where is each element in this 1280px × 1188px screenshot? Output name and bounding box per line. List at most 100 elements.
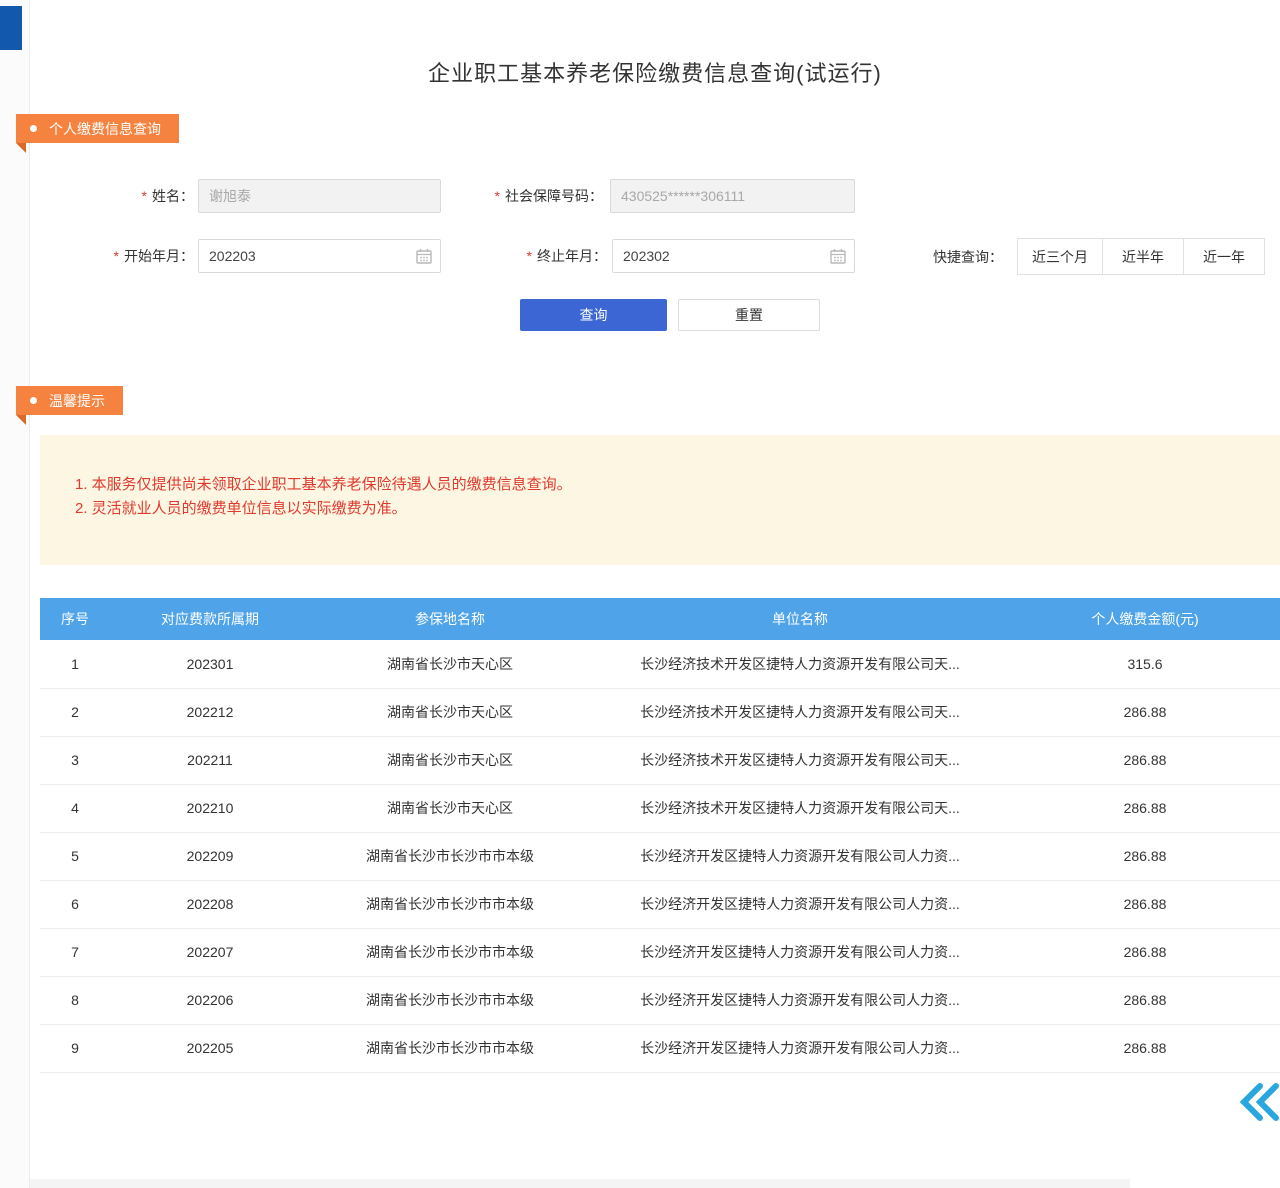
cell-period: 202206	[110, 976, 310, 1024]
table-row: 6202208湖南省长沙市长沙市市本级长沙经济开发区捷特人力资源开发有限公司人力…	[40, 880, 1280, 928]
table-row: 7202207湖南省长沙市长沙市市本级长沙经济开发区捷特人力资源开发有限公司人力…	[40, 928, 1280, 976]
cell-period: 202207	[110, 928, 310, 976]
cell-amount: 286.88	[1010, 784, 1280, 832]
footer-strip	[30, 1179, 1130, 1188]
payment-records-table: 序号 对应费款所属期 参保地名称 单位名称 个人缴费金额(元) 1202301湖…	[40, 598, 1280, 1073]
quick-query-label: 快捷查询：	[933, 239, 1003, 275]
col-header-employer: 单位名称	[590, 598, 1010, 640]
cell-index: 8	[40, 976, 110, 1024]
pension-query-page: 企业职工基本养老保险缴费信息查询(试运行) 个人缴费信息查询 *姓名： *社会保…	[0, 0, 1280, 1188]
col-header-amount: 个人缴费金额(元)	[1010, 598, 1280, 640]
cell-employer: 长沙经济开发区捷特人力资源开发有限公司人力资...	[590, 880, 1010, 928]
cell-employer: 长沙经济技术开发区捷特人力资源开发有限公司天...	[590, 640, 1010, 688]
cell-amount: 315.6	[1010, 640, 1280, 688]
table-row: 4202210湖南省长沙市天心区长沙经济技术开发区捷特人力资源开发有限公司天..…	[40, 784, 1280, 832]
cell-amount: 286.88	[1010, 832, 1280, 880]
section-badge-query: 个人缴费信息查询	[16, 114, 179, 143]
required-asterisk: *	[142, 188, 147, 204]
start-month-field	[198, 239, 441, 273]
table-row: 2202212湖南省长沙市天心区长沙经济技术开发区捷特人力资源开发有限公司天..…	[40, 688, 1280, 736]
cell-amount: 286.88	[1010, 976, 1280, 1024]
cell-period: 202205	[110, 1024, 310, 1072]
cell-index: 9	[40, 1024, 110, 1072]
tip-line-1: 1. 本服务仅提供尚未领取企业职工基本养老保险待遇人员的缴费信息查询。	[75, 473, 1280, 497]
quick-btn-last-3-months[interactable]: 近三个月	[1017, 238, 1103, 275]
col-header-period: 对应费款所属期	[110, 598, 310, 640]
cell-period: 202301	[110, 640, 310, 688]
name-input[interactable]	[198, 179, 441, 213]
required-asterisk: *	[527, 248, 532, 264]
section-badge-tips-label: 温馨提示	[49, 391, 105, 411]
table-row: 3202211湖南省长沙市天心区长沙经济技术开发区捷特人力资源开发有限公司天..…	[40, 736, 1280, 784]
start-month-input[interactable]	[198, 239, 441, 273]
cell-employer: 长沙经济技术开发区捷特人力资源开发有限公司天...	[590, 736, 1010, 784]
cell-amount: 286.88	[1010, 880, 1280, 928]
cell-period: 202211	[110, 736, 310, 784]
cell-index: 1	[40, 640, 110, 688]
table-header-row: 序号 对应费款所属期 参保地名称 单位名称 个人缴费金额(元)	[40, 598, 1280, 640]
ssn-input[interactable]	[610, 179, 855, 213]
cell-amount: 286.88	[1010, 688, 1280, 736]
name-label: *姓名：	[100, 179, 194, 213]
quick-query-group: 近三个月 近半年 近一年	[1018, 238, 1265, 275]
cell-insured-place: 湖南省长沙市天心区	[310, 688, 590, 736]
end-month-field	[612, 239, 855, 273]
ribbon-fold	[16, 143, 26, 153]
bullet-dot-icon	[30, 125, 37, 132]
end-month-label: *终止年月：	[485, 239, 607, 273]
cell-employer: 长沙经济开发区捷特人力资源开发有限公司人力资...	[590, 1024, 1010, 1072]
col-header-insured-place: 参保地名称	[310, 598, 590, 640]
cell-insured-place: 湖南省长沙市长沙市市本级	[310, 976, 590, 1024]
ssn-label: *社会保障号码：	[455, 179, 603, 213]
sidebar-blue-tab[interactable]	[0, 6, 22, 50]
tips-notice-box: 1. 本服务仅提供尚未领取企业职工基本养老保险待遇人员的缴费信息查询。 2. 灵…	[40, 435, 1280, 565]
calendar-icon[interactable]	[416, 248, 432, 264]
cell-insured-place: 湖南省长沙市天心区	[310, 736, 590, 784]
quick-btn-last-half-year[interactable]: 近半年	[1102, 238, 1184, 275]
left-sidebar-strip	[0, 0, 30, 1188]
cell-period: 202209	[110, 832, 310, 880]
cell-index: 7	[40, 928, 110, 976]
cell-employer: 长沙经济开发区捷特人力资源开发有限公司人力资...	[590, 832, 1010, 880]
table-row: 1202301湖南省长沙市天心区长沙经济技术开发区捷特人力资源开发有限公司天..…	[40, 640, 1280, 688]
cell-insured-place: 湖南省长沙市长沙市市本级	[310, 832, 590, 880]
page-title: 企业职工基本养老保险缴费信息查询(试运行)	[30, 56, 1280, 88]
cell-employer: 长沙经济开发区捷特人力资源开发有限公司人力资...	[590, 976, 1010, 1024]
table-row: 8202206湖南省长沙市长沙市市本级长沙经济开发区捷特人力资源开发有限公司人力…	[40, 976, 1280, 1024]
reset-button[interactable]: 重置	[678, 299, 820, 331]
cell-amount: 286.88	[1010, 1024, 1280, 1072]
cell-index: 6	[40, 880, 110, 928]
tip-line-2: 2. 灵活就业人员的缴费单位信息以实际缴费为准。	[75, 497, 1280, 521]
cell-insured-place: 湖南省长沙市长沙市市本级	[310, 880, 590, 928]
cell-amount: 286.88	[1010, 928, 1280, 976]
ribbon-fold	[16, 415, 26, 425]
cell-index: 4	[40, 784, 110, 832]
quick-btn-last-year[interactable]: 近一年	[1183, 238, 1265, 275]
section-badge-tips: 温馨提示	[16, 386, 123, 415]
query-button[interactable]: 查询	[520, 299, 667, 331]
required-asterisk: *	[114, 248, 119, 264]
cell-index: 3	[40, 736, 110, 784]
cell-period: 202210	[110, 784, 310, 832]
cell-employer: 长沙经济技术开发区捷特人力资源开发有限公司天...	[590, 688, 1010, 736]
cell-index: 5	[40, 832, 110, 880]
required-asterisk: *	[495, 188, 500, 204]
cell-insured-place: 湖南省长沙市天心区	[310, 640, 590, 688]
cell-period: 202208	[110, 880, 310, 928]
cell-amount: 286.88	[1010, 736, 1280, 784]
cell-employer: 长沙经济技术开发区捷特人力资源开发有限公司天...	[590, 784, 1010, 832]
end-month-input[interactable]	[612, 239, 855, 273]
table-row: 5202209湖南省长沙市长沙市市本级长沙经济开发区捷特人力资源开发有限公司人力…	[40, 832, 1280, 880]
cell-insured-place: 湖南省长沙市长沙市市本级	[310, 1024, 590, 1072]
bullet-dot-icon	[30, 397, 37, 404]
cell-employer: 长沙经济开发区捷特人力资源开发有限公司人力资...	[590, 928, 1010, 976]
section-badge-query-label: 个人缴费信息查询	[49, 119, 161, 139]
cell-period: 202212	[110, 688, 310, 736]
collapse-left-chevron-icon[interactable]	[1240, 1082, 1280, 1122]
table-row: 9202205湖南省长沙市长沙市市本级长沙经济开发区捷特人力资源开发有限公司人力…	[40, 1024, 1280, 1072]
cell-insured-place: 湖南省长沙市长沙市市本级	[310, 928, 590, 976]
cell-index: 2	[40, 688, 110, 736]
start-month-label: *开始年月：	[72, 239, 194, 273]
cell-insured-place: 湖南省长沙市天心区	[310, 784, 590, 832]
calendar-icon[interactable]	[830, 248, 846, 264]
